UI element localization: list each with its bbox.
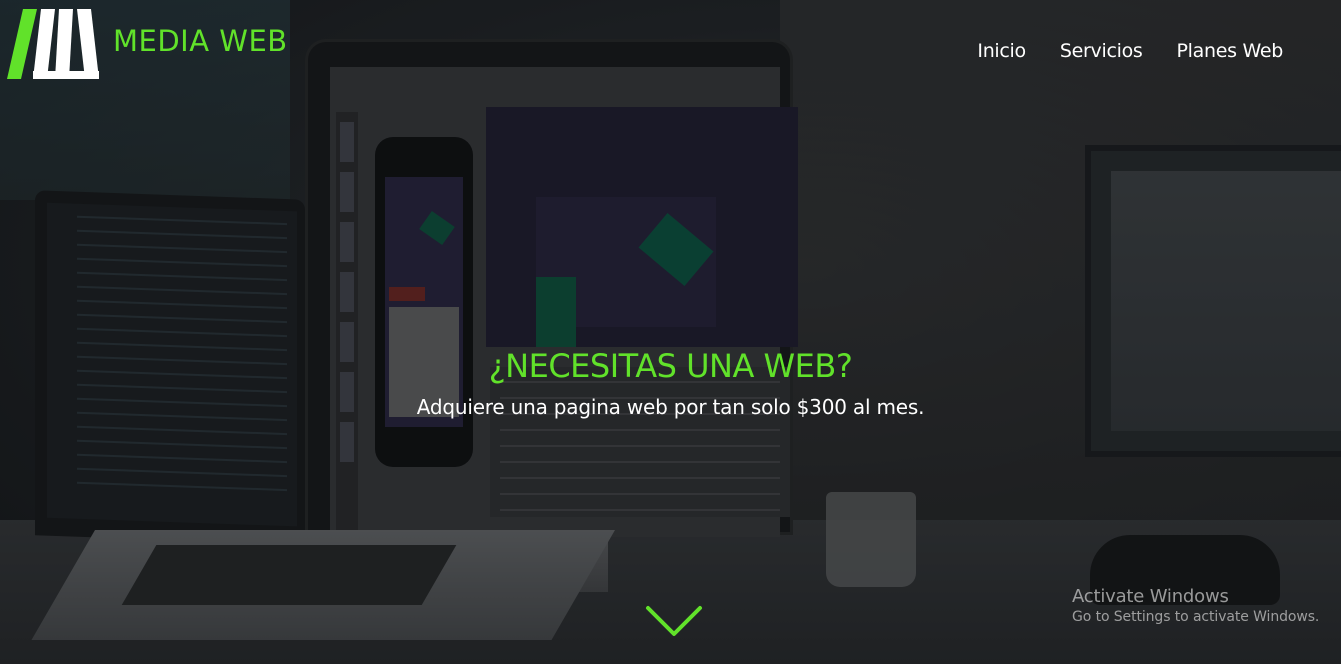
- chevron-down-icon[interactable]: [645, 604, 703, 640]
- media-web-logo-icon: [7, 9, 99, 79]
- nav-item-inicio[interactable]: Inicio: [977, 40, 1026, 62]
- hero-subheadline: Adquiere una pagina web por tan solo $30…: [416, 395, 925, 419]
- nav-item-planes-web[interactable]: Planes Web: [1177, 40, 1284, 62]
- hero-section: MEDIA WEB Inicio Servicios Planes Web ¿N…: [0, 0, 1341, 664]
- brand-name: MEDIA WEB: [113, 24, 288, 58]
- nav-item-servicios[interactable]: Servicios: [1060, 40, 1143, 62]
- dark-overlay: [0, 0, 1341, 664]
- main-nav: Inicio Servicios Planes Web: [977, 40, 1283, 62]
- watermark-title: Activate Windows: [1072, 586, 1229, 607]
- watermark-subtitle: Go to Settings to activate Windows.: [1072, 609, 1320, 625]
- windows-activation-watermark: Activate Windows Go to Settings to activ…: [1072, 586, 1319, 625]
- hero-headline: ¿NECESITAS UNA WEB?: [488, 347, 853, 385]
- brand-logo[interactable]: MEDIA WEB: [7, 9, 288, 79]
